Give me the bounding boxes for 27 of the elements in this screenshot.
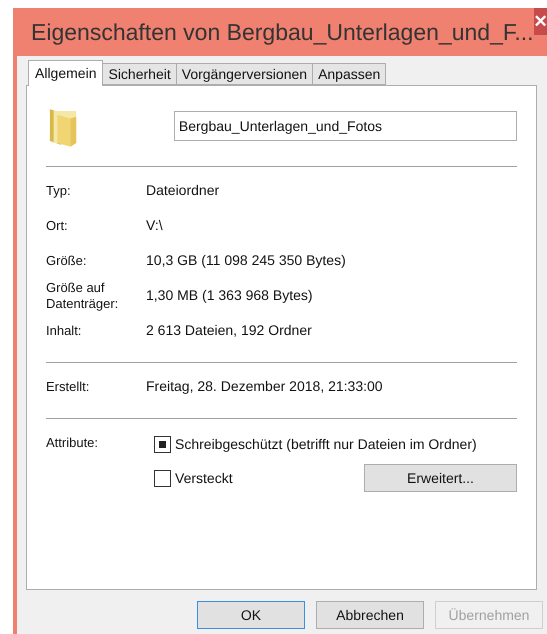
tab[interactable]: Anpassen (313, 63, 386, 85)
property-label: Typ: (46, 182, 72, 198)
property-value: 1,30 MB (1 363 968 Bytes) (146, 286, 313, 305)
window-title: Eigenschaften von Bergbau_Unterlagen_und_F... (31, 18, 534, 47)
attributes-label: Attribute: (46, 434, 100, 452)
property-label: Ort: (46, 218, 69, 234)
tab[interactable]: Sicherheit (103, 63, 177, 85)
name-field[interactable]: Bergbau_Unterlagen_und_Fotos (174, 111, 517, 141)
property-value: V:\ (146, 216, 163, 235)
checkbox-label: Schreibgeschützt (betrifft nur Dateien im Ordner) (175, 434, 477, 454)
property-value: 2 613 Dateien, 192 Ordner (146, 321, 312, 340)
property-label: Inhalt: (46, 322, 82, 338)
checkbox-label: Versteckt (175, 468, 233, 488)
tab[interactable]: Allgemein (28, 60, 104, 86)
property-label: Erstellt: (46, 378, 90, 394)
close-button[interactable]: ✕ (534, 8, 547, 35)
property-value: 10,3 GB (11 098 245 350 Bytes) (146, 251, 346, 270)
dialog-button[interactable]: Abbrechen (316, 601, 424, 629)
property-value: Freitag, 28. Dezember 2018, 21:33:00 (146, 377, 383, 396)
checkbox[interactable] (154, 436, 171, 452)
property-label: Größe auf Datenträger: (46, 280, 120, 312)
dialog-button[interactable]: OK (197, 601, 305, 629)
property-value: Dateiordner (146, 181, 220, 200)
advanced-button[interactable]: Erweitert... (364, 464, 517, 492)
property-label: Größe: (46, 252, 88, 268)
checkbox[interactable] (154, 470, 171, 486)
tab[interactable]: Vorgängerversionen (176, 63, 314, 85)
